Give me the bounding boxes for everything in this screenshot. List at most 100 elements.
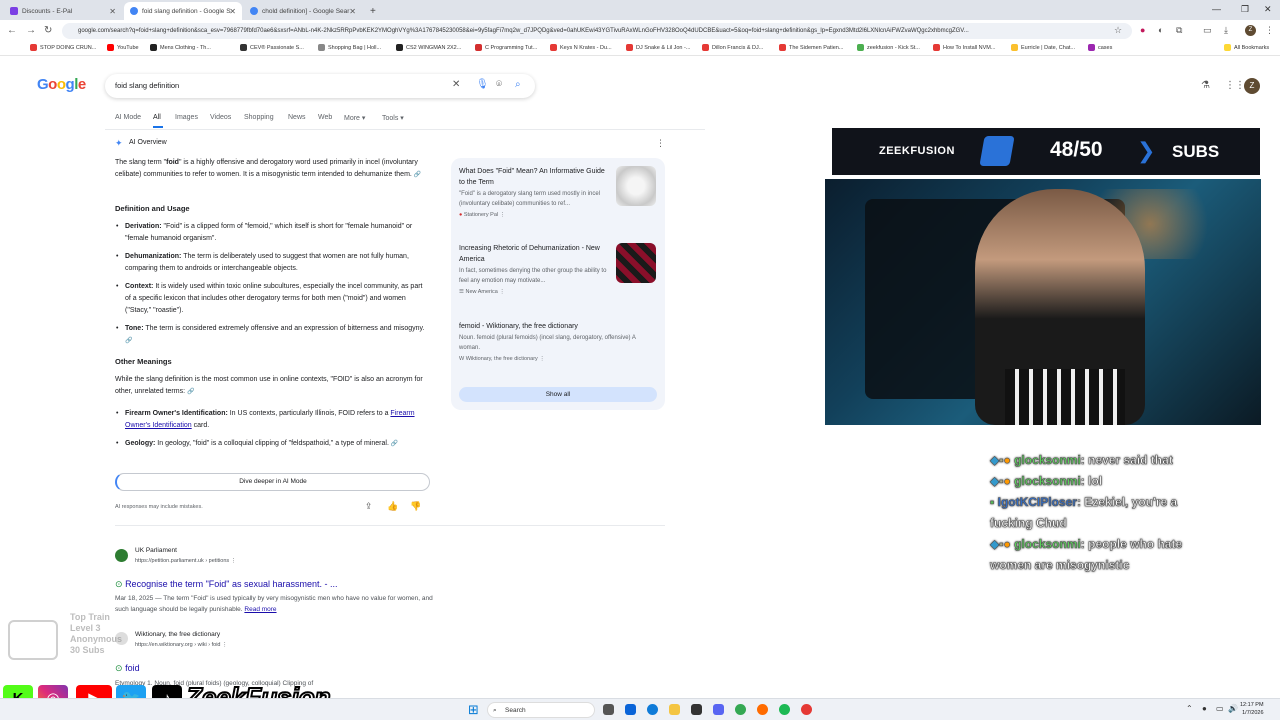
tray-chevron-icon[interactable]: ⌃: [1186, 704, 1193, 713]
link-icon[interactable]: 🔗: [414, 172, 421, 178]
more-options-icon[interactable]: ⋮: [222, 642, 228, 648]
tab-more[interactable]: More ▾: [344, 114, 365, 122]
system-clock[interactable]: 12:17 PM 1/7/2026: [1240, 702, 1264, 717]
result-title[interactable]: ⊙ Recognise the term "Foid" as sexual ha…: [115, 579, 338, 590]
copilot-icon[interactable]: [625, 704, 636, 715]
sidebar-icon[interactable]: ▭: [1203, 25, 1212, 36]
extensions-puzzle-icon[interactable]: ⧉: [1176, 25, 1182, 36]
apps-grid-icon[interactable]: ⋮⋮: [1225, 80, 1245, 91]
bookmark-item[interactable]: The Sidemen Patien...: [779, 44, 843, 51]
windows-start-icon[interactable]: ⊞: [468, 702, 479, 718]
result-url[interactable]: https://en.wiktionary.org › wiki › foid …: [135, 642, 228, 648]
close-tab-icon[interactable]: ✕: [109, 7, 116, 16]
tab-all[interactable]: All: [153, 114, 161, 121]
source-title[interactable]: What Does "Foid" Mean? An Informative Gu…: [459, 166, 609, 188]
more-options-icon[interactable]: ⋮: [656, 138, 665, 149]
bookmark-item[interactable]: cases: [1088, 44, 1112, 51]
maximize-icon[interactable]: ❐: [1241, 4, 1249, 15]
account-avatar[interactable]: Z: [1244, 78, 1260, 94]
search-icon[interactable]: ⌕: [515, 79, 521, 90]
source-title[interactable]: femoid - Wiktionary, the free dictionary: [459, 321, 649, 332]
more-options-icon[interactable]: ⋮: [499, 289, 505, 295]
browser-tab[interactable]: chold definition] - Google Sear ✕: [244, 2, 362, 20]
task-view-icon[interactable]: [603, 704, 614, 715]
thumbs-up-icon[interactable]: 👍: [387, 501, 398, 512]
menu-kebab-icon[interactable]: ⋮: [1265, 25, 1274, 36]
labs-flask-icon[interactable]: ⚗: [1201, 80, 1210, 91]
bookmark-item[interactable]: Eurricle | Date, Chat...: [1011, 44, 1075, 51]
bookmark-item[interactable]: YouTube: [107, 44, 139, 51]
extension-icon[interactable]: ◐: [1158, 25, 1163, 35]
discord-icon[interactable]: [713, 704, 724, 715]
more-options-icon[interactable]: ⋮: [539, 356, 545, 362]
firefox-icon[interactable]: [757, 704, 768, 715]
source-card[interactable]: femoid - Wiktionary, the free dictionary…: [459, 321, 649, 362]
link-icon[interactable]: 🔗: [391, 441, 398, 447]
bookmark-item[interactable]: C Programming Tut...: [475, 44, 537, 51]
tab-tools[interactable]: Tools ▾: [382, 114, 404, 122]
bookmark-item[interactable]: Mens Clothing - Th...: [150, 44, 211, 51]
tab-videos[interactable]: Videos: [210, 114, 231, 121]
browser-tab[interactable]: Discounts - E-Pal ✕: [4, 2, 122, 20]
result-url[interactable]: https://petition.parliament.uk › petitio…: [135, 558, 236, 564]
tab-images[interactable]: Images: [175, 114, 198, 121]
bookmark-item[interactable]: DJ Snake & Lil Jon -...: [626, 44, 690, 51]
spotify-icon[interactable]: [779, 704, 790, 715]
bookmark-item[interactable]: Shopping Bag | Holl...: [318, 44, 381, 51]
bookmark-item[interactable]: STOP DOING CRUN...: [30, 44, 96, 51]
network-icon[interactable]: ▭: [1216, 704, 1224, 713]
close-tab-icon[interactable]: ✕: [349, 7, 356, 16]
dive-deeper-button[interactable]: Dive deeper in AI Mode: [115, 473, 430, 491]
source-card[interactable]: Increasing Rhetoric of Dehumanization - …: [459, 243, 609, 295]
profile-avatar[interactable]: Z: [1245, 25, 1256, 36]
tab-web[interactable]: Web: [318, 114, 332, 121]
extension-icon[interactable]: ●: [1140, 25, 1145, 35]
close-window-icon[interactable]: ✕: [1264, 4, 1272, 15]
bookmark-item[interactable]: Keys N Krates - Du...: [550, 44, 612, 51]
chrome-icon[interactable]: [735, 704, 746, 715]
tab-shopping[interactable]: Shopping: [244, 114, 274, 121]
bookmark-star-icon[interactable]: ☆: [1114, 25, 1122, 36]
google-logo[interactable]: Google: [37, 76, 86, 93]
more-options-icon[interactable]: ⋮: [231, 558, 237, 564]
tab-news[interactable]: News: [288, 114, 306, 121]
download-icon[interactable]: ⤓: [1224, 25, 1228, 36]
link-icon[interactable]: 🔗: [187, 389, 194, 395]
volume-icon[interactable]: 🔊: [1228, 704, 1238, 713]
edge-icon[interactable]: [647, 704, 658, 715]
minimize-icon[interactable]: —: [1212, 4, 1221, 14]
thumbs-down-icon[interactable]: 👎: [410, 501, 421, 512]
obs-icon[interactable]: [801, 704, 812, 715]
bookmark-item[interactable]: CEV® Passionate S...: [240, 44, 304, 51]
clear-search-icon[interactable]: ✕: [452, 79, 460, 90]
reload-icon[interactable]: ↻: [44, 25, 52, 36]
more-options-icon[interactable]: ⋮: [500, 212, 506, 218]
lens-icon[interactable]: ⌾: [496, 79, 502, 90]
source-thumbnail[interactable]: [616, 166, 656, 206]
new-tab-icon[interactable]: +: [364, 2, 378, 20]
store-icon[interactable]: [691, 704, 702, 715]
read-more-link[interactable]: Read more: [244, 606, 276, 613]
search-box[interactable]: foid slang definition ✕ 🎙 ⌾ ⌕: [105, 74, 535, 98]
back-icon[interactable]: ←: [7, 25, 17, 36]
file-explorer-icon[interactable]: [669, 704, 680, 715]
close-tab-icon[interactable]: ✕: [229, 7, 236, 16]
share-icon[interactable]: ⇪: [365, 501, 373, 512]
bookmark-item[interactable]: How To Install NVM...: [933, 44, 995, 51]
bookmark-item[interactable]: CS2 WINGMAN 2X2...: [396, 44, 461, 51]
taskbar-search[interactable]: ⌕ Search: [487, 702, 595, 718]
source-title[interactable]: Increasing Rhetoric of Dehumanization - …: [459, 243, 609, 265]
bookmark-item[interactable]: Dillon Francis & DJ...: [702, 44, 763, 51]
all-bookmarks[interactable]: All Bookmarks: [1224, 44, 1269, 51]
source-thumbnail[interactable]: [616, 243, 656, 283]
tab-ai-mode[interactable]: AI Mode: [115, 114, 141, 121]
search-input[interactable]: foid slang definition: [115, 81, 179, 90]
show-all-button[interactable]: Show all: [459, 387, 657, 402]
result-site-name[interactable]: UK Parliament: [135, 547, 177, 554]
browser-tab-active[interactable]: foid slang definition - Google S ✕: [124, 2, 242, 20]
source-card[interactable]: What Does "Foid" Mean? An Informative Gu…: [459, 166, 609, 218]
bookmark-item[interactable]: zeekfusion - Kick St...: [857, 44, 920, 51]
tray-app-icon[interactable]: ●: [1202, 704, 1207, 713]
voice-search-icon[interactable]: 🎙: [476, 79, 489, 90]
link-icon[interactable]: 🔗: [125, 338, 132, 344]
